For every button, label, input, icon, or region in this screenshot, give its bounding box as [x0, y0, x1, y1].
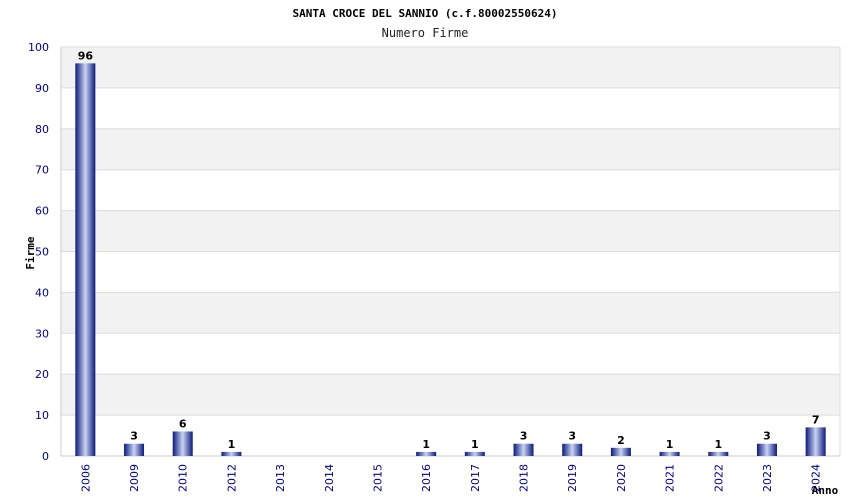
data-label-2006: 96: [78, 49, 94, 62]
bar-2022: [708, 451, 729, 456]
bar-2012: [221, 451, 242, 456]
bar-2018: [513, 443, 534, 456]
x-tick-label-2022: 2022: [712, 464, 725, 492]
x-tick-label-2006: 2006: [79, 464, 92, 492]
bar-2017: [464, 451, 485, 456]
data-label-2022: 1: [714, 438, 722, 451]
x-tick-label-2013: 2013: [274, 464, 287, 492]
grid-band: [61, 333, 840, 375]
data-label-2010: 6: [179, 417, 187, 430]
bar-chart: 96 3 6 1 1 1 3 3 2 1 1 3 7 0 10 20 30 40 50 60 70 80 90 100 20…: [24, 7, 841, 497]
bar-2021: [659, 451, 680, 456]
y-tick-label: 40: [35, 286, 49, 299]
x-tick-label-2021: 2021: [664, 464, 677, 492]
grid-band: [61, 169, 840, 211]
y-tick-label: 60: [35, 205, 49, 218]
grid-band: [61, 210, 840, 252]
data-label-2020: 2: [617, 434, 625, 447]
x-tick-label-2023: 2023: [761, 464, 774, 492]
x-tick-label-2016: 2016: [420, 464, 433, 492]
y-tick-label: 30: [35, 327, 49, 340]
grid-band: [61, 47, 840, 88]
x-tick-label-2012: 2012: [225, 464, 238, 492]
data-label-2012: 1: [228, 438, 236, 451]
data-label-2017: 1: [471, 438, 479, 451]
y-tick-label: 10: [35, 409, 49, 422]
chart-title: SANTA CROCE DEL SANNIO (c.f.80002550624): [293, 7, 558, 20]
grid-band: [61, 292, 840, 334]
data-label-2024: 7: [812, 413, 820, 426]
bar-2019: [562, 443, 583, 456]
bar-2024: [805, 427, 826, 456]
data-label-2016: 1: [422, 438, 430, 451]
data-label-2009: 3: [130, 430, 138, 443]
x-axis-label: Anno: [812, 484, 839, 497]
x-tick-labels: 2006 2009 2010 2012 2013 2014 2015 2016 2017 2018…: [79, 464, 822, 492]
data-label-2023: 3: [763, 430, 771, 443]
y-tick-label: 80: [35, 123, 49, 136]
bar-2006: [75, 63, 96, 457]
y-axis-label: Firme: [24, 236, 37, 269]
x-tick-label-2014: 2014: [323, 464, 336, 492]
x-tick-label-2010: 2010: [177, 464, 190, 492]
y-tick-label: 100: [28, 41, 49, 54]
grid-band: [61, 251, 840, 293]
y-tick-label: 70: [35, 164, 49, 177]
y-tick-label: 0: [42, 450, 49, 463]
data-label-2019: 3: [568, 430, 576, 443]
x-tick-label-2020: 2020: [615, 464, 628, 492]
x-tick-label-2019: 2019: [566, 464, 579, 492]
grid-band: [61, 374, 840, 416]
x-tick-label-2015: 2015: [371, 464, 384, 492]
y-tick-label: 50: [35, 246, 49, 259]
bar-2010: [172, 431, 193, 456]
x-tick-label-2009: 2009: [128, 464, 141, 492]
data-label-2021: 1: [666, 438, 674, 451]
grid-band: [61, 128, 840, 170]
bar-2020: [610, 447, 631, 456]
bar-2023: [756, 443, 777, 456]
x-tick-label-2017: 2017: [469, 464, 482, 492]
y-tick-label: 90: [35, 82, 49, 95]
bar-2009: [124, 443, 145, 456]
bar-2016: [416, 451, 437, 456]
y-tick-label: 20: [35, 368, 49, 381]
chart-subtitle: Numero Firme: [382, 26, 469, 40]
data-label-2018: 3: [520, 430, 528, 443]
grid-band: [61, 87, 840, 129]
x-tick-label-2018: 2018: [518, 464, 531, 492]
